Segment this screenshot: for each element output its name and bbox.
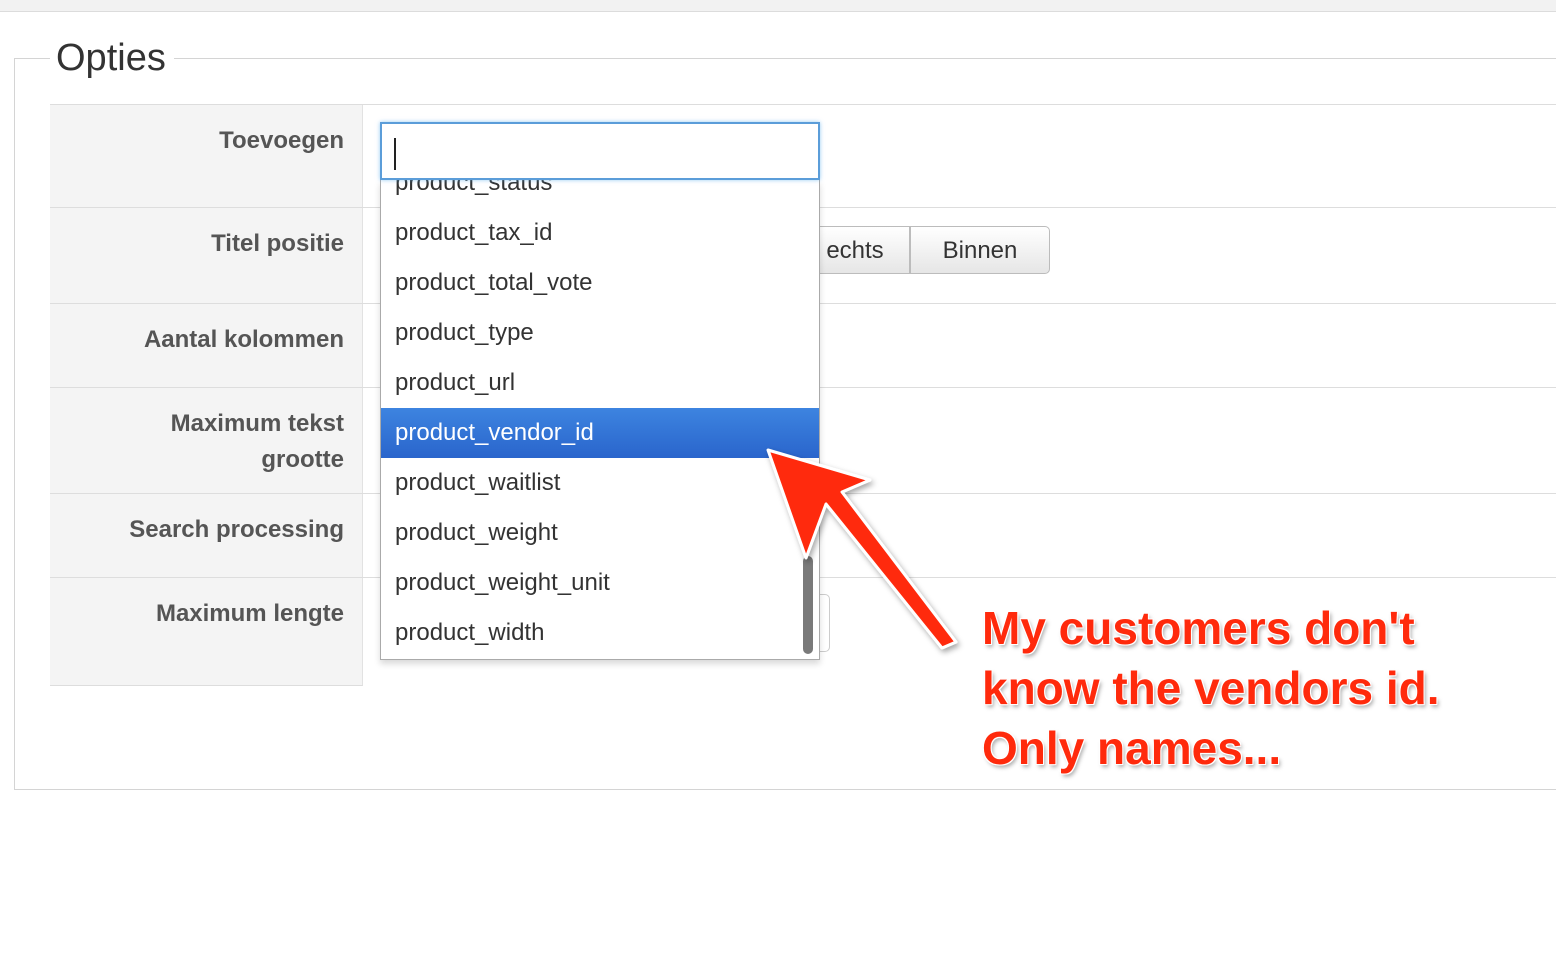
annotation-note: My customers don't know the vendors id. … — [982, 598, 1522, 778]
label-cell: Maximum lengte — [50, 578, 363, 686]
add-field-search-input[interactable] — [380, 122, 820, 180]
dropdown-option-selected[interactable]: product_vendor_id — [381, 408, 819, 458]
top-strip — [0, 0, 1556, 12]
text-caret — [394, 138, 396, 170]
label-cell: Search processing — [50, 494, 363, 577]
label-cell: Titel positie — [50, 208, 363, 303]
dropdown-option[interactable]: product_url — [381, 358, 819, 408]
row-label: Maximum lengte — [155, 600, 344, 627]
row-label: Titel positie — [211, 230, 344, 257]
annotation-line: know the vendors id. — [982, 662, 1440, 714]
annotation-arrow-icon — [766, 448, 958, 650]
dropdown-option[interactable]: product_width — [381, 608, 819, 658]
row-label: Maximum tekst grootte — [170, 410, 344, 473]
dropdown-option[interactable]: product_weight — [381, 508, 819, 558]
dropdown-option[interactable]: product_total_vote — [381, 258, 819, 308]
position-inside-button[interactable]: Binnen — [910, 226, 1050, 274]
label-cell: Maximum tekst grootte — [50, 388, 363, 493]
row-label: Toevoegen — [219, 127, 344, 154]
annotation-line: Only names... — [982, 722, 1282, 774]
dropdown-option[interactable]: product_type — [381, 308, 819, 358]
field-dropdown-list[interactable]: product_status product_tax_id product_to… — [380, 180, 820, 660]
dropdown-option[interactable]: product_waitlist — [381, 458, 819, 508]
fieldset-legend: Opties — [50, 36, 174, 80]
dropdown-option[interactable]: product_status — [381, 180, 819, 208]
label-cell: Toevoegen — [50, 105, 363, 207]
dropdown-option[interactable]: product_weight_unit — [381, 558, 819, 608]
row-label: Search processing — [129, 516, 344, 543]
annotation-line: My customers don't — [982, 602, 1415, 654]
dropdown-option[interactable]: product_tax_id — [381, 208, 819, 258]
row-label: Aantal kolommen — [143, 326, 344, 353]
label-cell: Aantal kolommen — [50, 304, 363, 387]
